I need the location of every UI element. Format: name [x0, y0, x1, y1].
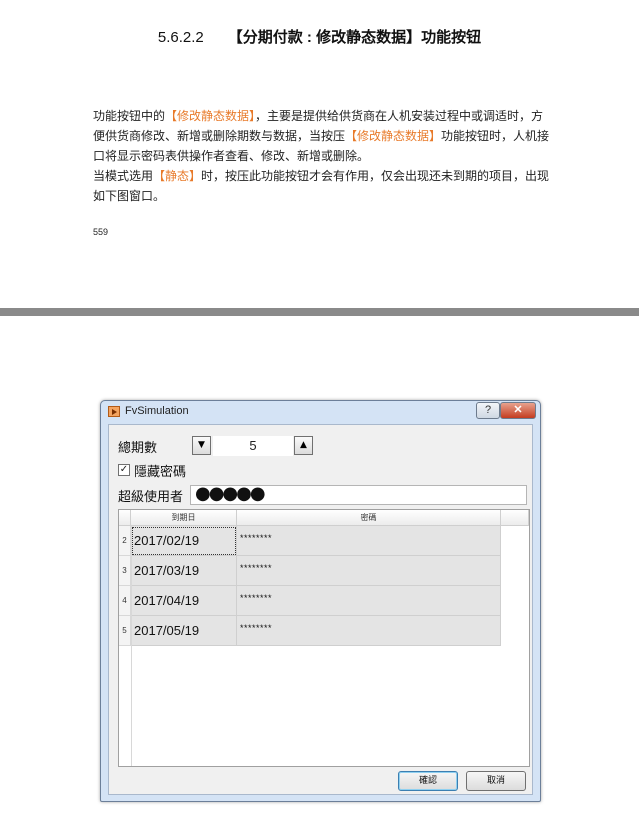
password-cell[interactable]: ******** — [237, 586, 501, 616]
row-index: 3 — [119, 556, 131, 586]
due-date-cell[interactable]: 2017/05/19 — [131, 616, 237, 646]
row-index: 2 — [119, 526, 131, 556]
total-periods-label: 總期數 — [118, 441, 158, 456]
close-button[interactable]: ✕ — [500, 402, 536, 419]
password-mask: ●●●●● — [195, 483, 266, 504]
due-date-cell[interactable]: 2017/02/19 — [131, 526, 237, 556]
description-paragraph: 功能按钮中的【修改静态数据】，主要是提供给供货商在人机安装过程中或调适时，方便供… — [93, 106, 555, 206]
highlight-term: 【修改静态数据】 — [165, 109, 256, 123]
title-bar[interactable]: FvSimulation ? ✕ — [101, 401, 540, 423]
section-title: 【分期付款 : 修改静态数据】功能按钮 — [227, 29, 482, 46]
hide-password-checkbox[interactable]: ✓ — [118, 464, 130, 476]
page-number: 559 — [93, 227, 109, 237]
super-user-label: 超級使用者 — [118, 490, 184, 505]
password-cell[interactable]: ******** — [237, 526, 501, 556]
app-icon — [108, 406, 120, 417]
password-table[interactable]: 到期日 密碼 2 2017/02/19 ******** 3 2017/03/1… — [118, 509, 530, 767]
table-row[interactable]: 2 2017/02/19 ******** — [119, 526, 501, 556]
spinner-up-button[interactable]: ▲ — [294, 436, 313, 455]
para-text: 功能按钮中的 — [93, 109, 166, 123]
spinner-down-button[interactable]: ▼ — [192, 436, 211, 455]
dialog-client-area: 總期數 ▼ 5 ▲ ✓ 隱藏密碼 超級使用者 ●●●●● 到期日 密碼 2 20… — [108, 424, 533, 795]
due-date-cell[interactable]: 2017/03/19 — [131, 556, 237, 586]
section-number: 5.6.2.2 — [157, 29, 204, 46]
section-heading: 5.6.2.2 【分期付款 : 修改静态数据】功能按钮 — [0, 26, 639, 47]
total-periods-value[interactable]: 5 — [213, 436, 293, 456]
row-index: 5 — [119, 616, 131, 646]
password-cell[interactable]: ******** — [237, 556, 501, 586]
hide-password-label[interactable]: 隱藏密碼 — [134, 461, 186, 480]
due-date-cell[interactable]: 2017/04/19 — [131, 586, 237, 616]
table-row[interactable]: 5 2017/05/19 ******** — [119, 616, 501, 646]
para-text: 当模式选用 — [93, 169, 154, 183]
page-separator — [0, 308, 639, 316]
table-row[interactable]: 4 2017/04/19 ******** — [119, 586, 501, 616]
header-filler — [501, 510, 529, 526]
table-row[interactable]: 3 2017/03/19 ******** — [119, 556, 501, 586]
highlight-term: 【修改静态数据】 — [345, 129, 442, 143]
row-index: 4 — [119, 586, 131, 616]
password-cell[interactable]: ******** — [237, 616, 501, 646]
column-header-due-date[interactable]: 到期日 — [131, 510, 237, 526]
window-title: FvSimulation — [125, 405, 189, 417]
help-button[interactable]: ? — [476, 402, 500, 419]
row-header-divider — [131, 526, 132, 766]
column-header-password[interactable]: 密碼 — [237, 510, 501, 526]
ok-button[interactable]: 確認 — [398, 771, 458, 791]
fvsimulation-window: FvSimulation ? ✕ 總期數 ▼ 5 ▲ ✓ 隱藏密碼 超級使用者 … — [100, 400, 541, 802]
highlight-term: 【静态】 — [153, 169, 202, 183]
super-user-password-input[interactable]: ●●●●● — [190, 483, 527, 505]
cancel-button[interactable]: 取消 — [466, 771, 526, 791]
corner-header — [119, 510, 131, 526]
